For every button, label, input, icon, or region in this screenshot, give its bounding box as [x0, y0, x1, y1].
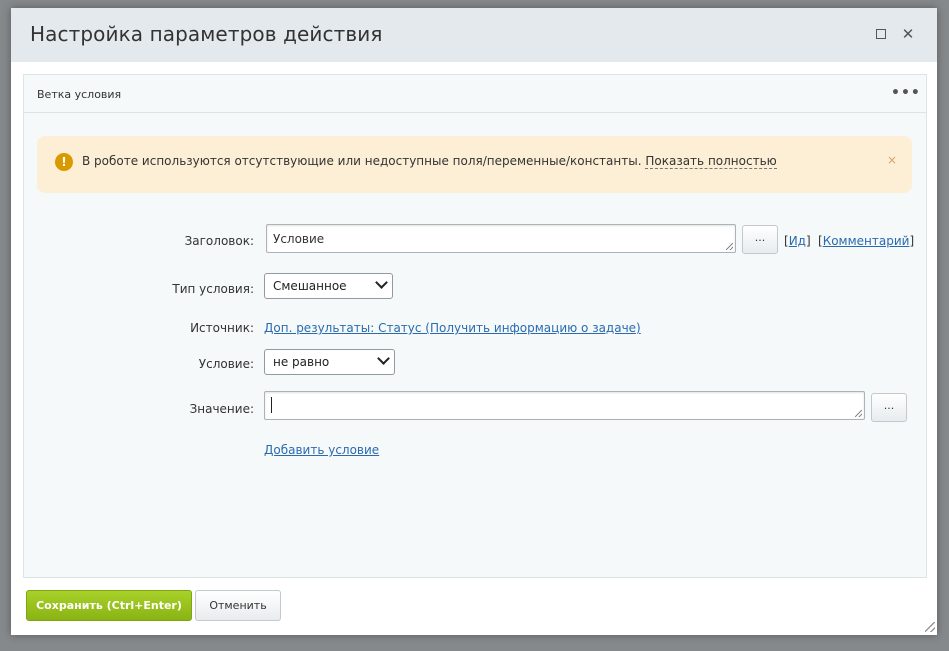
dialog-resize-icon[interactable] [925, 622, 935, 632]
condition-value: не равно [273, 355, 330, 369]
show-full-link[interactable]: Показать полностью [645, 154, 777, 169]
text-caret [271, 397, 272, 413]
condition-label: Условие: [198, 357, 254, 371]
title-field[interactable]: Условие [266, 224, 736, 253]
id-link-wrap: [Ид] [784, 234, 811, 248]
condition-branch-panel: Ветка условия ••• ! В роботе используютс… [23, 74, 927, 578]
title-dots-button[interactable]: ... [742, 225, 778, 254]
value-label: Значение: [189, 402, 254, 416]
chevron-down-icon [375, 276, 388, 289]
panel-header: Ветка условия ••• [24, 75, 926, 113]
alert-message: В роботе используются отсутствующие или … [82, 154, 642, 168]
add-condition-link[interactable]: Добавить условие [264, 443, 379, 457]
dialog-title: Настройка параметров действия [30, 22, 383, 46]
condition-type-value: Смешанное [273, 279, 347, 293]
chevron-down-icon [377, 352, 390, 365]
source-label: Источник: [190, 321, 254, 335]
condition-select[interactable]: не равно [264, 349, 395, 375]
id-link[interactable]: Ид [789, 234, 806, 248]
cancel-button[interactable]: Отменить [195, 590, 281, 621]
warning-icon: ! [55, 153, 73, 171]
value-field[interactable] [264, 391, 865, 420]
title-field-value: Условие [273, 232, 325, 246]
alert-close-icon[interactable]: × [887, 153, 897, 167]
condition-type-label: Тип условия: [172, 282, 254, 296]
comment-link[interactable]: Комментарий [823, 234, 910, 248]
maximize-icon[interactable] [872, 25, 890, 43]
title-label: Заголовок: [184, 234, 254, 248]
condition-type-select[interactable]: Смешанное [264, 273, 393, 299]
panel-title: Ветка условия [37, 88, 122, 101]
action-settings-dialog: Настройка параметров действия ✕ Ветка ус… [11, 8, 937, 635]
more-icon[interactable]: ••• [891, 84, 920, 102]
source-link[interactable]: Доп. результаты: Статус (Получить информ… [264, 321, 641, 335]
alert-text: В роботе используются отсутствующие или … [82, 154, 777, 169]
value-dots-button[interactable]: ... [871, 393, 907, 422]
resize-grip-icon[interactable] [855, 410, 862, 417]
dialog-header: Настройка параметров действия ✕ [11, 8, 937, 62]
comment-link-wrap: [Комментарий] [818, 234, 915, 248]
warning-alert: ! В роботе используются отсутствующие ил… [37, 136, 912, 193]
save-button[interactable]: Сохранить (Ctrl+Enter) [26, 590, 192, 621]
resize-grip-icon[interactable] [726, 243, 733, 250]
close-icon[interactable]: ✕ [899, 25, 917, 43]
